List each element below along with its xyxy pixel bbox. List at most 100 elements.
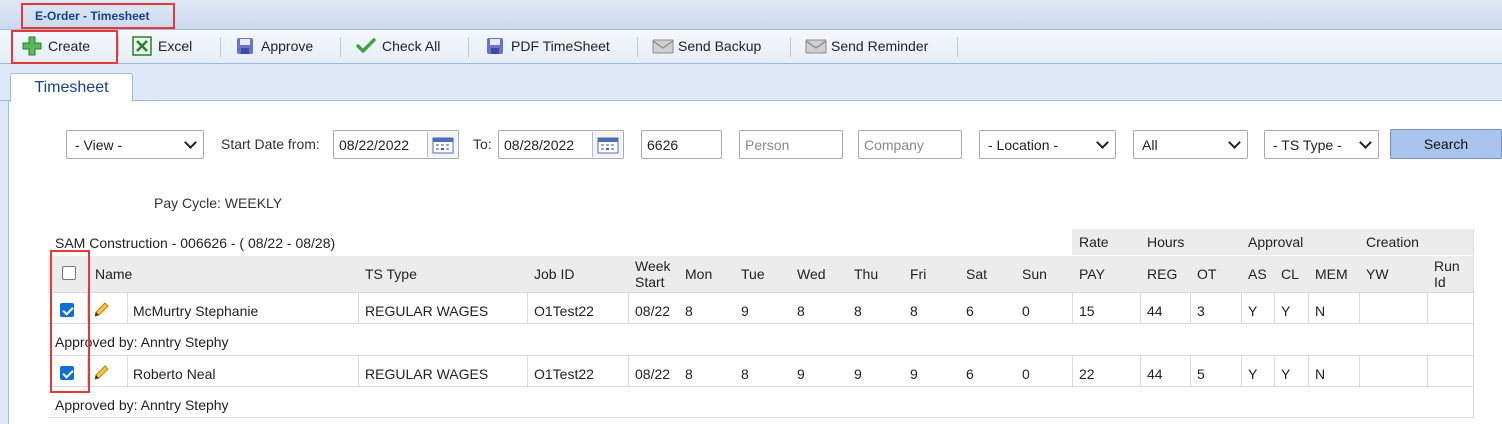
send-reminder-button[interactable]: Send Reminder <box>805 30 928 62</box>
pdf-timesheet-button[interactable]: PDF TimeSheet <box>485 30 610 62</box>
cell-reg: 44 <box>1147 366 1163 382</box>
pdf-timesheet-label: PDF TimeSheet <box>511 38 610 54</box>
col-name[interactable]: Name <box>95 266 132 282</box>
excel-button[interactable]: Excel <box>132 30 192 62</box>
cell-ts-type: REGULAR WAGES <box>365 366 489 382</box>
window-titlebar <box>0 0 1502 30</box>
col-cl[interactable]: CL <box>1281 266 1299 282</box>
company-placeholder: Company <box>864 136 924 153</box>
cell-cl: Y <box>1281 366 1291 382</box>
col-run-id[interactable]: Run Id <box>1434 258 1460 290</box>
cell-ot: 5 <box>1197 366 1205 382</box>
grid-line <box>628 355 629 387</box>
cell-tue: 9 <box>741 303 749 319</box>
col-mon[interactable]: Mon <box>685 266 712 282</box>
col-run-id-line2: Id <box>1434 274 1446 290</box>
col-run-id-line1: Run <box>1434 258 1460 274</box>
calendar-icon[interactable] <box>427 132 457 157</box>
col-wed[interactable]: Wed <box>797 266 826 282</box>
ts-type-select[interactable]: - TS Type - <box>1264 130 1379 159</box>
group-title: SAM Construction - 006626 - ( 08/22 - 08… <box>55 235 336 251</box>
grid-line <box>1190 355 1191 387</box>
toolbar-separator <box>468 37 469 57</box>
grid-line <box>1427 292 1428 324</box>
pencil-icon[interactable] <box>93 363 111 381</box>
floppy-disk-icon <box>235 36 255 56</box>
grid-line <box>1140 355 1141 387</box>
col-pay[interactable]: PAY <box>1079 266 1105 282</box>
grid-line <box>1274 292 1275 324</box>
grid-line <box>1241 355 1242 387</box>
approve-button[interactable]: Approve <box>235 30 313 62</box>
col-sat[interactable]: Sat <box>966 266 987 282</box>
cell-mem: N <box>1315 366 1326 382</box>
col-mem[interactable]: MEM <box>1315 266 1348 282</box>
cell-job-id: O1Test22 <box>534 303 594 319</box>
grid-line <box>358 355 359 387</box>
col-as[interactable]: AS <box>1248 266 1267 282</box>
cell-mon: 8 <box>685 366 693 382</box>
cell-thu: 9 <box>854 366 862 382</box>
start-date-label: Start Date from: <box>221 136 320 152</box>
view-select-value: - View - <box>75 136 123 153</box>
cell-week-start: 08/22 <box>635 303 671 319</box>
pay-cycle-label: Pay Cycle: WEEKLY <box>154 195 283 211</box>
col-fri[interactable]: Fri <box>910 266 926 282</box>
excel-label: Excel <box>158 38 193 54</box>
excel-icon <box>132 36 152 56</box>
tab-timesheet[interactable]: Timesheet <box>10 73 133 102</box>
creation-group-header: Creation <box>1366 234 1419 250</box>
grid-line <box>1308 292 1309 324</box>
location-select-value: - Location - <box>988 136 1059 153</box>
panel-left-edge <box>0 101 9 424</box>
approve-label: Approve <box>261 38 314 54</box>
col-sun[interactable]: Sun <box>1022 266 1047 282</box>
grid-line <box>127 292 128 324</box>
col-reg[interactable]: REG <box>1147 266 1177 282</box>
col-job-id[interactable]: Job ID <box>534 266 574 282</box>
col-ts-type[interactable]: TS Type <box>365 266 417 282</box>
cell-name: Roberto Neal <box>133 366 216 382</box>
company-code-field[interactable]: 6626 <box>641 130 722 159</box>
chevron-down-icon <box>1359 135 1372 149</box>
grid-line <box>1359 355 1360 387</box>
col-thu[interactable]: Thu <box>854 266 878 282</box>
cell-sun: 0 <box>1022 366 1030 382</box>
toolbar-separator <box>340 37 341 57</box>
view-select[interactable]: - View - <box>66 130 204 159</box>
end-date-label: To: <box>473 136 492 152</box>
grid-line <box>1072 355 1073 387</box>
grid-line <box>127 355 128 387</box>
end-date-value: 08/28/2022 <box>504 136 575 153</box>
cell-fri: 8 <box>910 303 918 319</box>
col-tue[interactable]: Tue <box>741 266 765 282</box>
cell-ts-type: REGULAR WAGES <box>365 303 489 319</box>
check-all-button[interactable]: Check All <box>356 30 440 62</box>
cell-tue: 8 <box>741 366 749 382</box>
grid-line <box>1473 229 1474 418</box>
check-all-label: Check All <box>382 38 441 54</box>
pencil-icon[interactable] <box>93 300 111 318</box>
toolbar-separator <box>637 37 638 57</box>
company-code-value: 6626 <box>647 136 679 153</box>
grid-line <box>1274 355 1275 387</box>
grid-line <box>48 323 1473 324</box>
company-field[interactable]: Company <box>858 130 962 159</box>
col-ot[interactable]: OT <box>1197 266 1216 282</box>
grid-line <box>48 386 1473 387</box>
col-yw[interactable]: YW <box>1366 266 1389 282</box>
calendar-icon[interactable] <box>592 132 622 157</box>
send-reminder-label: Send Reminder <box>831 38 929 54</box>
col-week-start[interactable]: Week Start <box>635 258 671 290</box>
rate-group-header: Rate <box>1079 234 1109 250</box>
grid-line <box>48 292 1473 293</box>
location-select[interactable]: - Location - <box>979 130 1116 159</box>
person-field[interactable]: Person <box>739 130 843 159</box>
search-button[interactable]: Search <box>1390 129 1502 159</box>
cell-reg: 44 <box>1147 303 1163 319</box>
status-select[interactable]: All <box>1133 130 1248 159</box>
cell-pay: 15 <box>1079 303 1095 319</box>
send-backup-button[interactable]: Send Backup <box>652 30 761 62</box>
cell-job-id: O1Test22 <box>534 366 594 382</box>
cell-mon: 8 <box>685 303 693 319</box>
